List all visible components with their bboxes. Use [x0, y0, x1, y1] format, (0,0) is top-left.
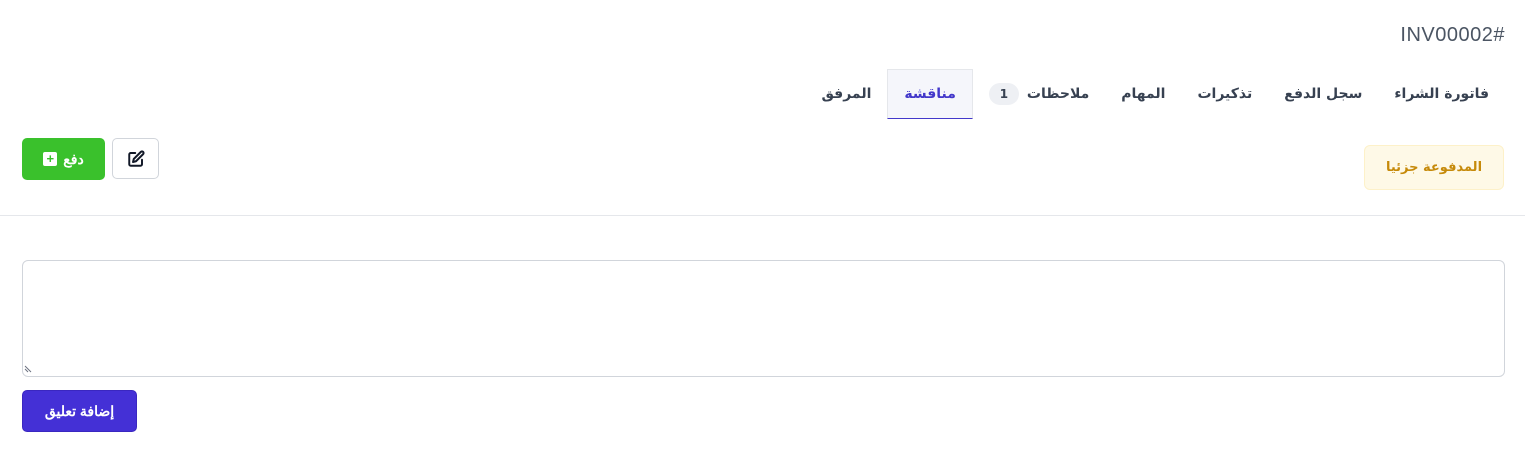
tab-label: تذكيرات [1197, 85, 1253, 102]
edit-icon [127, 149, 145, 167]
tab-label: المرفق [821, 85, 872, 102]
tab-payment-log[interactable]: سجل الدفع [1268, 69, 1378, 119]
tab-notes[interactable]: ملاحظات 1 [973, 69, 1105, 119]
tab-bar: فاتورة الشراء سجل الدفع تذكيرات المهام م… [805, 69, 1505, 119]
invoice-number: INV00002# [1400, 24, 1505, 46]
tab-attachments[interactable]: المرفق [805, 69, 887, 119]
add-comment-button[interactable]: إضافة تعليق [22, 390, 137, 432]
tab-purchase-invoice[interactable]: فاتورة الشراء [1378, 69, 1505, 119]
tab-reminders[interactable]: تذكيرات [1181, 69, 1268, 119]
tab-label: فاتورة الشراء [1394, 85, 1489, 102]
pay-button[interactable]: + دفع [22, 138, 105, 180]
plus-icon: + [43, 152, 58, 166]
edit-button[interactable] [112, 138, 159, 179]
tab-discussion[interactable]: مناقشة [887, 69, 973, 119]
tab-label: مناقشة [904, 86, 956, 102]
tab-tasks[interactable]: المهام [1105, 69, 1181, 119]
status-badge: المدفوعة جزئيا [1364, 145, 1504, 190]
resize-handle-icon[interactable] [24, 363, 34, 373]
notes-count-badge: 1 [988, 82, 1019, 105]
tab-label: المهام [1121, 85, 1166, 102]
pay-button-label: دفع [63, 150, 84, 167]
tab-label: ملاحظات [1026, 85, 1090, 102]
comment-textarea[interactable] [22, 260, 1505, 377]
tab-label: سجل الدفع [1284, 85, 1363, 102]
section-divider [0, 215, 1525, 216]
